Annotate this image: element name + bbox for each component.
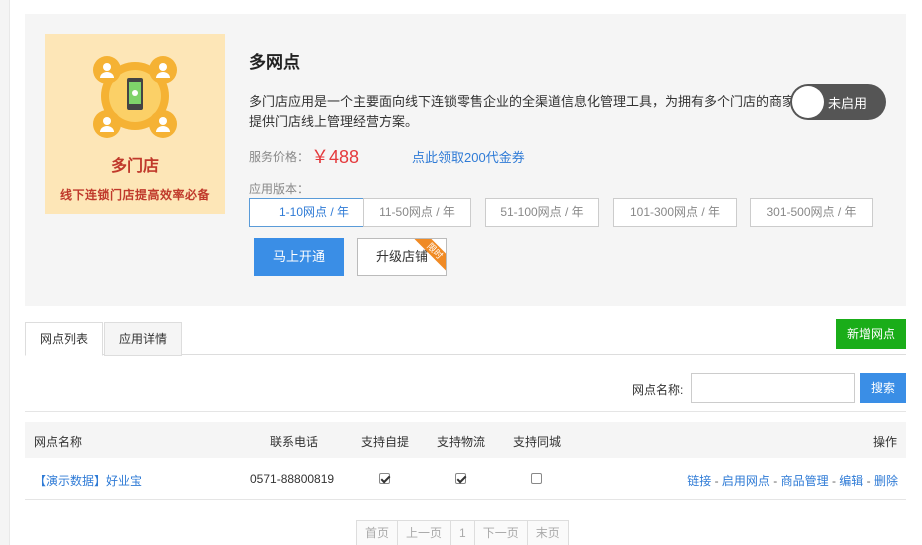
action-link[interactable]: 链接 — [687, 474, 711, 488]
tab-branch-list[interactable]: 网点列表 — [25, 322, 104, 356]
app-description: 多门店应用是一个主要面向线下连锁零售企业的全渠道信息化管理工具，为拥有多个门店的… — [249, 94, 796, 129]
app-title: 多网点 — [249, 53, 300, 72]
pagination: 首页 上一页 1 下一页 末页 — [356, 520, 569, 545]
toggle-knob — [792, 86, 824, 118]
pager-current[interactable]: 1 — [450, 520, 475, 545]
branch-name-search-input[interactable] — [691, 373, 855, 403]
table-row: 【演示数据】好业宝 0571-88800819 链接 - 启用网点 - 商品管理… — [25, 458, 906, 500]
pager-last[interactable]: 末页 — [526, 520, 569, 545]
action-enable-branch[interactable]: 启用网点 — [722, 474, 770, 488]
upgrade-store-label: 升级店铺 — [375, 249, 428, 264]
tab-bar: 网点列表 应用详情 — [25, 320, 906, 356]
self-pickup-checkbox[interactable] — [379, 473, 390, 484]
add-branch-button[interactable]: 新增网点 — [836, 319, 906, 349]
pager-first[interactable]: 首页 — [356, 520, 399, 545]
header-self-pickup: 支持自提 — [361, 435, 410, 449]
same-city-checkbox[interactable] — [531, 473, 542, 484]
version-option-51-100[interactable]: 51-100网点 / 年 — [485, 198, 599, 227]
section-divider — [25, 411, 906, 412]
price-value: ￥488 — [311, 147, 360, 167]
search-button[interactable]: 搜索 — [860, 373, 906, 403]
header-branch-name: 网点名称 — [34, 435, 83, 449]
table-header: 网点名称 联系电话 支持自提 支持物流 支持同城 操作 — [25, 422, 906, 458]
header-logistics: 支持物流 — [437, 435, 486, 449]
header-phone: 联系电话 — [270, 435, 319, 449]
upgrade-store-button[interactable]: 升级店铺 限时 — [357, 238, 447, 276]
action-manage-products[interactable]: 商品管理 — [781, 474, 829, 488]
left-frame-border — [0, 0, 10, 545]
search-label: 网点名称: — [632, 383, 684, 397]
version-option-301-500[interactable]: 301-500网点 / 年 — [750, 198, 873, 227]
app-info-card: 多门店 线下连锁门店提高效率必备 多网点 多门店应用是一个主要面向线下连锁零售企… — [25, 14, 906, 306]
header-actions: 操作 — [873, 435, 898, 449]
header-same-city: 支持同城 — [513, 435, 562, 449]
version-option-101-300[interactable]: 101-300网点 / 年 — [613, 198, 737, 227]
version-option-1-10[interactable]: 1-10网点 / 年 — [249, 198, 379, 227]
version-option-11-50[interactable]: 11-50网点 / 年 — [363, 198, 471, 227]
logistics-checkbox[interactable] — [455, 473, 466, 484]
action-edit[interactable]: 编辑 — [839, 474, 863, 488]
open-now-button[interactable]: 马上开通 — [254, 238, 344, 276]
action-delete[interactable]: 删除 — [874, 474, 898, 488]
branch-phone: 0571-88800819 — [250, 472, 335, 486]
pager-next[interactable]: 下一页 — [473, 520, 528, 545]
status-label: 未启用 — [828, 96, 868, 111]
version-label: 应用版本： — [249, 182, 310, 196]
app-banner-image: 多门店 线下连锁门店提高效率必备 — [45, 34, 225, 214]
price-label: 服务价格： — [249, 150, 310, 164]
status-toggle[interactable]: 未启用 — [790, 84, 886, 120]
row-actions: 链接 - 启用网点 - 商品管理 - 编辑 - 删除 — [687, 474, 898, 488]
coupon-link[interactable]: 点此领取200代金券 — [412, 147, 525, 166]
pager-prev[interactable]: 上一页 — [397, 520, 452, 545]
branch-name-link[interactable]: 【演示数据】好业宝 — [34, 472, 142, 489]
banner-subtitle: 线下连锁门店提高效率必备 — [59, 188, 210, 202]
banner-title: 多门店 — [110, 158, 159, 175]
tab-app-details[interactable]: 应用详情 — [104, 322, 183, 356]
